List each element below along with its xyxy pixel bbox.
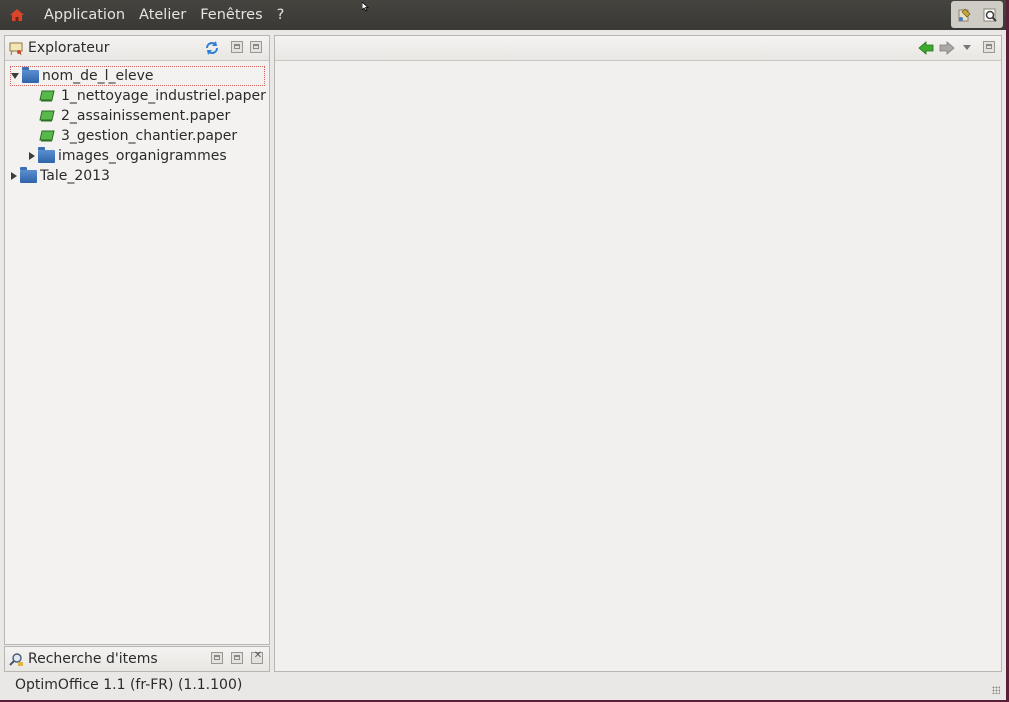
maximize-button[interactable] bbox=[983, 41, 995, 53]
menu-atelier[interactable]: Atelier bbox=[132, 0, 193, 30]
menu-bar: Application Atelier Fenêtres ? bbox=[0, 0, 1006, 30]
paper-file-icon bbox=[39, 130, 55, 142]
minimize-button[interactable] bbox=[211, 652, 223, 664]
folder-open-icon bbox=[22, 66, 39, 83]
tree-item-nom-de-l-eleve[interactable]: nom_de_l_eleve bbox=[10, 66, 265, 86]
status-bar-text: OptimOffice 1.1 (fr-FR) (1.1.100) bbox=[15, 677, 243, 693]
maximize-button[interactable] bbox=[250, 41, 262, 53]
expand-arrow-icon[interactable] bbox=[29, 152, 35, 160]
search-header: Recherche d'items bbox=[5, 647, 269, 671]
mouse-cursor-icon bbox=[361, 0, 372, 12]
menu-application[interactable]: Application bbox=[37, 0, 132, 30]
close-button[interactable] bbox=[251, 650, 264, 664]
tree-item-label: 1_nettoyage_industriel.paper bbox=[61, 88, 266, 104]
search-title: Recherche d'items bbox=[28, 651, 158, 667]
tree-item-paper[interactable]: 2_assainissement.paper bbox=[39, 106, 230, 126]
edit-perspective-icon[interactable] bbox=[951, 1, 977, 28]
resize-grip-icon[interactable] bbox=[992, 686, 1000, 694]
maximize-button[interactable] bbox=[231, 652, 243, 664]
folder-icon bbox=[38, 146, 55, 163]
paper-file-icon bbox=[39, 110, 55, 122]
tree-item-label: 2_assainissement.paper bbox=[61, 108, 231, 124]
back-arrow-icon[interactable] bbox=[918, 40, 934, 56]
menu-help[interactable]: ? bbox=[270, 0, 292, 30]
tree-item-label: nom_de_l_eleve bbox=[42, 68, 154, 84]
search-panel: Recherche d'items bbox=[4, 646, 270, 672]
tree-item-paper[interactable]: 1_nettoyage_industriel.paper bbox=[39, 86, 266, 106]
explorer-panel: Explorateur nom_de_l_eleve 1_nettoyage_i… bbox=[4, 35, 270, 645]
perspective-toolbar bbox=[951, 1, 1003, 28]
home-icon[interactable] bbox=[9, 8, 25, 22]
search-items-icon bbox=[9, 652, 24, 667]
tree-item-tale-2013[interactable]: Tale_2013 bbox=[9, 166, 110, 186]
tree-item-label: Tale_2013 bbox=[40, 168, 110, 184]
editor-area bbox=[274, 35, 1002, 672]
tree-item-label: 3_gestion_chantier.paper bbox=[61, 128, 238, 144]
search-perspective-icon[interactable] bbox=[977, 1, 1003, 28]
expand-arrow-icon[interactable] bbox=[11, 172, 17, 180]
history-dropdown-icon[interactable] bbox=[963, 45, 971, 50]
explorer-header: Explorateur bbox=[5, 36, 269, 61]
explorer-icon bbox=[9, 41, 24, 56]
forward-arrow-icon[interactable] bbox=[939, 40, 955, 56]
tree-item-paper[interactable]: 3_gestion_chantier.paper bbox=[39, 126, 237, 146]
refresh-icon[interactable] bbox=[204, 40, 220, 56]
tree-item-images-organigrammes[interactable]: images_organigrammes bbox=[27, 146, 227, 166]
folder-icon bbox=[20, 166, 37, 183]
minimize-button[interactable] bbox=[231, 41, 243, 53]
editor-header bbox=[275, 36, 1001, 61]
menu-fenetres[interactable]: Fenêtres bbox=[193, 0, 269, 30]
collapse-arrow-icon[interactable] bbox=[11, 73, 19, 79]
application-window: Application Atelier Fenêtres ? Explorate… bbox=[0, 0, 1006, 700]
tree-item-label: images_organigrammes bbox=[58, 148, 227, 164]
explorer-title: Explorateur bbox=[28, 40, 110, 56]
paper-file-icon bbox=[39, 90, 55, 102]
